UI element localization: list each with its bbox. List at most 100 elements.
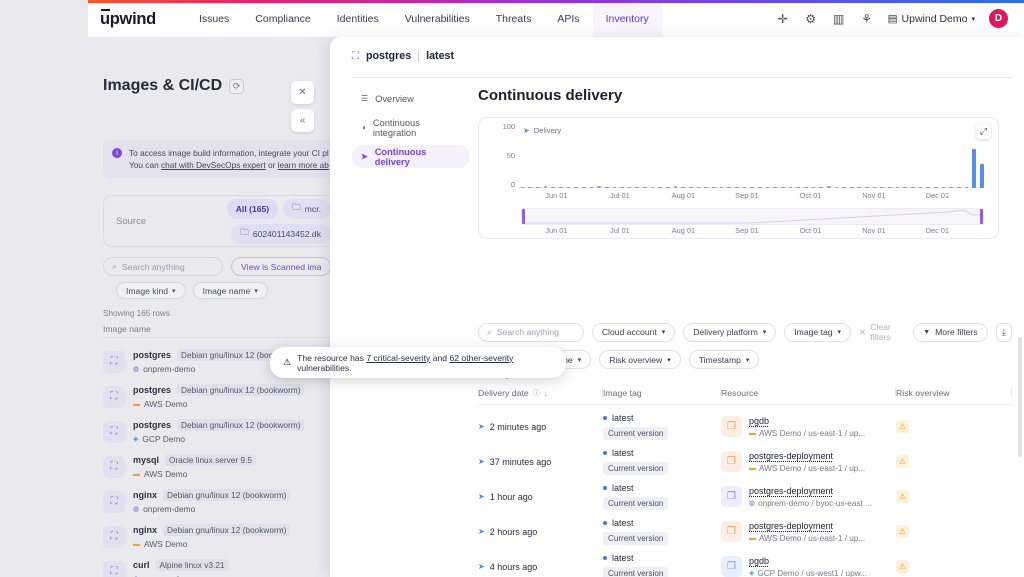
filter-image-name[interactable]: Image name ▾ — [192, 282, 268, 299]
filter-timestamp[interactable]: Timestamp ▾ — [688, 350, 760, 369]
table-row[interactable]: ➤ 4 hours ago latest Current version ❐ pgdb ◈ G… — [478, 549, 1012, 577]
collapse-icon[interactable]: « — [291, 109, 314, 132]
chart-bar[interactable] — [941, 186, 946, 188]
refresh-icon[interactable]: ⟳ — [229, 78, 245, 94]
chart-bar[interactable] — [964, 186, 969, 188]
chart-bar[interactable] — [558, 186, 563, 188]
filter-delivery-platform[interactable]: Delivery platform ▾ — [683, 322, 777, 342]
download-icon[interactable]: ⤓ — [995, 322, 1012, 342]
chart-bar[interactable] — [696, 186, 701, 188]
chart-bar[interactable] — [826, 186, 831, 188]
chart-bar[interactable] — [842, 186, 846, 188]
resource-name[interactable]: postgres-deployment — [749, 451, 865, 461]
chart-bar[interactable] — [903, 186, 908, 188]
scrollbar[interactable] — [1018, 337, 1022, 457]
list-item[interactable]: ⛶ nginx Debian gnu/linux 12 (bookworm) ▬ AWS… — [103, 519, 338, 554]
filter-risk-overview[interactable]: Risk overview ▾ — [599, 350, 681, 369]
table-row[interactable]: ➤ 2 hours ago latest Current version ❐ postgr… — [478, 514, 1012, 549]
table-row[interactable]: ➤ 1 hour ago latest Current version ❐ postgre… — [478, 479, 1012, 514]
chart-bar[interactable] — [880, 186, 885, 188]
chart-bar[interactable] — [834, 186, 839, 188]
list-item[interactable]: ⛶ postgres Debian gnu/linux 12 (bookworm) ◈… — [103, 414, 338, 449]
chart-bar[interactable] — [734, 186, 739, 188]
chat-devsecops-link[interactable]: chat with DevSecOps expert — [161, 160, 266, 170]
chart-bar[interactable] — [750, 186, 754, 188]
chart-bar[interactable] — [819, 186, 823, 188]
upwind-logo[interactable]: upwind — [100, 8, 156, 29]
info-icon[interactable]: ⓘ — [533, 388, 540, 398]
chart-bar[interactable] — [957, 186, 961, 188]
nav-item-threats[interactable]: Threats — [483, 0, 545, 37]
chart-bar[interactable] — [765, 186, 770, 188]
chart-bar[interactable] — [589, 186, 594, 188]
chart-bar[interactable] — [574, 186, 578, 188]
column-resource[interactable]: Resource — [721, 384, 896, 402]
chart-bar[interactable] — [681, 186, 686, 188]
chart-bar[interactable] — [535, 186, 540, 188]
brush-handle-right[interactable] — [980, 209, 983, 224]
chart-bar[interactable] — [773, 186, 777, 188]
table-row[interactable]: ➤ 37 minutes ago latest Current version ❐ pos… — [478, 444, 1012, 479]
chart-bar[interactable] — [926, 186, 931, 188]
chart-bar[interactable] — [972, 148, 976, 188]
search-input[interactable]: ⌕ Search anything — [103, 257, 223, 276]
plus-icon[interactable]: ✛ — [776, 12, 790, 26]
avatar[interactable]: D — [989, 9, 1008, 28]
table-search-input[interactable]: ⌕ Search anything — [478, 322, 584, 342]
integrations-icon[interactable]: ⚘ — [860, 12, 874, 26]
source-chip-mcr[interactable]: 🗀 mcr. — [283, 198, 330, 219]
nav-item-compliance[interactable]: Compliance — [242, 0, 323, 37]
column-image-tag[interactable]: Image tag — [603, 384, 721, 402]
chart-bar[interactable] — [742, 186, 747, 188]
chart-bar[interactable] — [895, 186, 900, 188]
chart-bar[interactable] — [597, 185, 601, 188]
chart-bar[interactable] — [788, 186, 793, 188]
chart-bar[interactable] — [712, 186, 716, 188]
status-badge[interactable]: ⚠ — [896, 490, 909, 503]
status-badge[interactable]: ⚠ — [896, 455, 909, 468]
breadcrumb-image[interactable]: postgres — [366, 50, 411, 62]
sidebar-item-continuous-integration[interactable]: ◑ Continuous integration — [352, 116, 470, 139]
list-item[interactable]: ⛶ nginx Debian gnu/linux 12 (bookworm) ◍ onp… — [103, 484, 338, 519]
chart-bar[interactable] — [581, 186, 586, 188]
chart-bar[interactable] — [566, 186, 571, 188]
chart-bar[interactable] — [612, 186, 617, 188]
chart-bar[interactable] — [811, 186, 816, 188]
resource-name[interactable]: postgres-deployment — [749, 521, 865, 531]
chart-bar[interactable] — [650, 186, 655, 188]
table-row[interactable]: ➤ 2 minutes ago latest Current version ❐ pgdb… — [478, 409, 1012, 444]
chart-bar[interactable] — [888, 186, 892, 188]
chart-bar[interactable] — [666, 186, 670, 188]
resource-name[interactable]: pgdb — [749, 556, 867, 566]
chart-bar[interactable] — [604, 186, 609, 188]
nav-item-identities[interactable]: Identities — [324, 0, 392, 37]
close-icon[interactable]: ✕ — [291, 81, 314, 104]
chart-bar[interactable] — [658, 186, 663, 188]
clear-filters-button[interactable]: ✕ Clear filters — [859, 322, 905, 342]
chart-bar[interactable] — [520, 186, 525, 188]
more-filters-button[interactable]: ▼ More filters — [913, 322, 988, 342]
sidebar-item-overview[interactable]: ☰ Overview — [352, 87, 470, 110]
column-risk-overview[interactable]: Risk overview — [896, 384, 1012, 402]
sidebar-item-continuous-delivery[interactable]: ➤ Continuous delivery — [352, 145, 470, 168]
chart-bar[interactable] — [911, 186, 915, 188]
chart-bar[interactable] — [780, 186, 785, 188]
gear-icon[interactable]: ⚙ — [804, 12, 818, 26]
filter-cloud-account[interactable]: Cloud account ▾ — [591, 322, 676, 342]
brush-handle-left[interactable] — [522, 209, 525, 224]
chart-bar[interactable] — [949, 186, 954, 188]
chart-bar[interactable] — [528, 186, 532, 188]
chart-bar[interactable] — [979, 163, 984, 188]
chart-bar[interactable] — [865, 186, 869, 188]
tenant-selector[interactable]: ▤ Upwind Demo ▾ — [888, 13, 975, 25]
chart-bar[interactable] — [551, 186, 555, 188]
chart-bar[interactable] — [757, 186, 762, 188]
list-item[interactable]: ⛶ postgres Debian gnu/linux 12 (bookworm) ▬… — [103, 379, 338, 414]
chart-bar[interactable] — [635, 186, 640, 188]
list-item[interactable]: ⛶ mysql Oracle linux server 9.5 ▬ AWS Demo — [103, 449, 338, 484]
nav-item-issues[interactable]: Issues — [186, 0, 242, 37]
resource-name[interactable]: pgdb — [749, 416, 865, 426]
chart-bar[interactable] — [849, 186, 854, 188]
status-badge[interactable]: ⚠ — [896, 560, 909, 573]
nav-item-apis[interactable]: APIs — [544, 0, 592, 37]
